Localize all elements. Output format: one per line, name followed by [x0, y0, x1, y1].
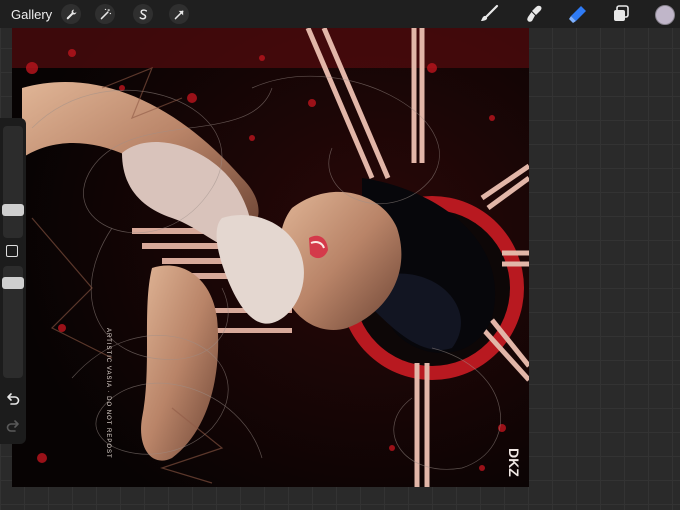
top-toolbar: Gallery — [0, 0, 680, 28]
magic-wand-icon — [100, 8, 111, 19]
opacity-slider[interactable] — [2, 266, 24, 378]
opacity-thumb[interactable] — [2, 277, 24, 289]
dkz-logo: DKZ — [506, 448, 522, 477]
brush-size-thumb[interactable] — [2, 204, 24, 216]
modify-button[interactable] — [6, 245, 18, 257]
smudge-tool[interactable] — [523, 4, 545, 24]
eraser-tool-active[interactable] — [566, 4, 588, 24]
smudge-icon — [527, 5, 542, 22]
transform-button[interactable] — [169, 4, 189, 24]
selection-button[interactable] — [133, 4, 153, 24]
brush-icon — [481, 4, 499, 21]
wrench-icon — [66, 9, 76, 19]
signature-text: ARTISTIC VASIA · DO NOT REPOST — [105, 328, 111, 459]
selection-s-icon — [139, 8, 147, 19]
adjustments-button[interactable] — [95, 4, 115, 24]
brush-size-slider[interactable] — [2, 126, 24, 238]
redo-button[interactable] — [5, 419, 21, 435]
left-sidebar — [0, 118, 26, 444]
layers-button[interactable] — [610, 4, 632, 24]
paint-brush-tool[interactable] — [478, 4, 500, 24]
undo-arrow-icon — [7, 393, 20, 405]
color-picker-button[interactable] — [655, 5, 675, 25]
layers-icon — [614, 5, 629, 21]
transform-arrow-icon — [174, 10, 183, 19]
artwork-illustration: ARTISTIC VASIA · DO NOT REPOST DKZ — [12, 28, 529, 487]
undo-button[interactable] — [5, 392, 21, 408]
redo-arrow-icon — [6, 420, 19, 432]
actions-wrench-button[interactable] — [61, 4, 81, 24]
eraser-icon — [569, 6, 586, 23]
artwork-canvas[interactable]: ARTISTIC VASIA · DO NOT REPOST DKZ — [12, 28, 529, 487]
gallery-button[interactable]: Gallery — [11, 7, 52, 22]
